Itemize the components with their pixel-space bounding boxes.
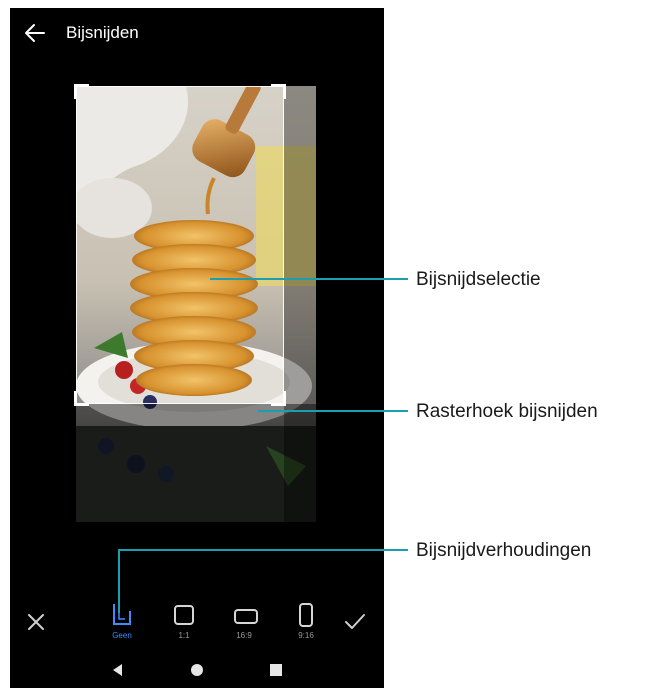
checkmark-icon[interactable] — [344, 612, 366, 632]
callout-line — [210, 278, 408, 280]
callout-crop-ratios: Bijsnijdverhoudingen — [416, 540, 592, 561]
callout-line — [118, 549, 408, 551]
crop-canvas[interactable] — [10, 64, 384, 544]
ratio-option-1-1[interactable]: 1:1 — [164, 600, 204, 648]
callout-crop-selection: Bijsnijdselectie — [416, 269, 541, 290]
crop-handle-bottom-left[interactable] — [74, 391, 89, 406]
back-arrow-icon[interactable] — [24, 22, 46, 44]
ratio-label: 1:1 — [178, 631, 190, 640]
crop-selection-box[interactable] — [74, 84, 286, 406]
landscape-ratio-icon — [234, 609, 258, 624]
system-nav-bar — [10, 656, 384, 688]
crop-handle-top-left[interactable] — [74, 84, 89, 99]
crop-outside-shade — [76, 404, 316, 522]
callout-line — [258, 410, 408, 412]
ratio-label: 9:16 — [298, 631, 314, 640]
top-app-bar: Bijsnijden — [10, 8, 384, 56]
crop-toolbar: Geen 1:1 16:9 9:16 — [10, 600, 384, 648]
nav-home-icon[interactable] — [187, 660, 207, 680]
ratio-label: 16:9 — [236, 631, 252, 640]
page-title: Bijsnijden — [66, 23, 139, 42]
ratio-option-9-16[interactable]: 9:16 — [286, 600, 326, 648]
phone-screen: Bijsnijden Geen 1:1 16:9 9:16 — [10, 8, 384, 688]
callout-line — [118, 549, 120, 613]
square-ratio-icon — [174, 605, 194, 625]
close-icon[interactable] — [26, 612, 46, 632]
ratio-option-16-9[interactable]: 16:9 — [224, 600, 264, 648]
ratio-label: Geen — [112, 631, 132, 640]
nav-back-icon[interactable] — [108, 660, 128, 680]
crop-handle-bottom-right[interactable] — [271, 391, 286, 406]
free-crop-icon — [113, 604, 131, 625]
callout-crop-corner: Rasterhoek bijsnijden — [416, 401, 598, 422]
nav-recents-icon[interactable] — [266, 660, 286, 680]
crop-handle-top-right[interactable] — [271, 84, 286, 99]
portrait-ratio-icon — [299, 603, 313, 627]
ratio-option-geen[interactable]: Geen — [102, 600, 142, 648]
